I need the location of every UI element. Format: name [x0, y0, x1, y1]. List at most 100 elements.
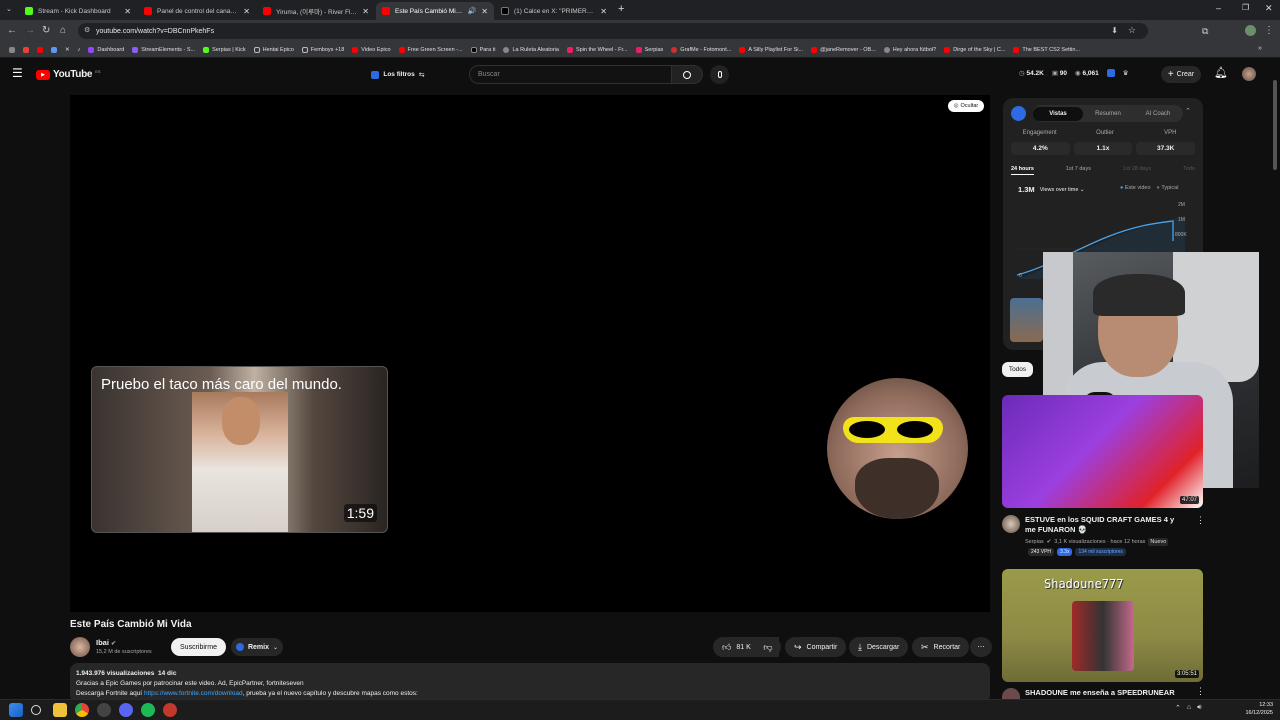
tiktok-bookmark-icon[interactable]: ♪: [75, 47, 84, 53]
folder-bookmark-icon[interactable]: [48, 46, 60, 53]
bookmark-item[interactable]: GrafMe - Fotomont...: [668, 46, 734, 53]
discord-icon[interactable]: [119, 703, 133, 717]
tray-overflow-icon[interactable]: ⌃: [1175, 704, 1181, 712]
youtube-bookmark-icon[interactable]: [34, 46, 46, 53]
bookmark-star-icon[interactable]: ☆: [1128, 25, 1136, 36]
range-24-hours[interactable]: 24 hours: [1011, 166, 1034, 175]
collapse-chevron-icon[interactable]: ⌃: [1185, 107, 1191, 115]
channel-avatar[interactable]: [1002, 688, 1020, 699]
reload-icon[interactable]: ↻: [42, 24, 50, 38]
address-bar[interactable]: ⚙ youtube.com/watch?v=DBCnnPkehFs ⬇ ☆: [78, 23, 1148, 39]
bookmark-item[interactable]: @janeRemover - OB...: [808, 46, 879, 53]
close-tab-icon[interactable]: ✕: [362, 7, 369, 16]
chrome-icon[interactable]: [75, 703, 89, 717]
forward-icon[interactable]: →: [25, 24, 35, 38]
video-end-card[interactable]: Pruebo el taco más caro del mundo. 1:59: [91, 366, 388, 533]
restore-window-icon[interactable]: ❐: [1242, 3, 1249, 12]
more-options-icon[interactable]: ⋮: [1196, 686, 1205, 697]
extension-logo-icon[interactable]: [1011, 106, 1026, 121]
browser-tab[interactable]: (1) Calce en X: "PRIMEROS 50 P ✕: [495, 2, 613, 20]
channel-name[interactable]: Ibai ✔: [96, 638, 116, 647]
download-link[interactable]: https://www.fortnite.com/download: [144, 690, 243, 697]
windows-start-icon[interactable]: [9, 703, 23, 717]
voice-search-button[interactable]: [710, 65, 729, 84]
remix-button[interactable]: Remix ⌄: [231, 638, 283, 656]
bookmark-item[interactable]: Para ti: [468, 46, 499, 53]
channel-avatar[interactable]: [1002, 515, 1020, 533]
video-description[interactable]: 1.943.976 visualizaciones 14 dic Gracias…: [70, 663, 990, 703]
bookmark-item[interactable]: Dirge of the Sky | C...: [941, 46, 1008, 53]
file-explorer-icon[interactable]: [53, 703, 67, 717]
spotify-icon[interactable]: [141, 703, 155, 717]
bookmark-item[interactable]: Dashboard: [85, 46, 127, 53]
filters-button[interactable]: Los filtros ⇆: [366, 66, 430, 83]
bookmark-item[interactable]: The BEST CS2 Settin...: [1010, 46, 1083, 53]
site-info-icon[interactable]: ⚙: [84, 26, 90, 34]
tab-resumen[interactable]: Resumen: [1083, 111, 1133, 117]
subscribe-button[interactable]: Suscribirme: [171, 638, 226, 656]
extensions-icon[interactable]: ⧉: [1202, 24, 1208, 38]
profile-avatar[interactable]: [1245, 25, 1256, 36]
browser-tab[interactable]: Stream - Kick Dashboard ✕: [19, 2, 137, 20]
minimize-window-icon[interactable]: –: [1216, 3, 1221, 13]
recommendation-title[interactable]: ESTUVE en los SQUID CRAFT GAMES 4 y me F…: [1025, 515, 1187, 535]
bookmark-item[interactable]: Serpias | Kick: [200, 46, 249, 53]
channel-name[interactable]: Serpias: [1025, 539, 1044, 545]
tab-vistas[interactable]: Vistas: [1033, 106, 1083, 121]
youtube-logo[interactable]: ▶ YouTube ES: [36, 69, 101, 80]
browser-tab[interactable]: Yiruma, (이루마) - River Flows i ✕: [257, 2, 375, 20]
system-tray[interactable]: ⌃ ⌂ 🔊︎: [1175, 704, 1202, 712]
bookmark-item[interactable]: Free Green Screen -...: [396, 46, 466, 53]
x-bookmark-icon[interactable]: ✕: [62, 47, 73, 53]
recommendation-thumbnail[interactable]: Shadoune777 3:05:51: [1002, 569, 1203, 682]
audio-playing-icon[interactable]: 🔊: [468, 7, 477, 15]
taskbar-search-icon[interactable]: [31, 705, 41, 715]
close-window-icon[interactable]: ✕: [1265, 3, 1273, 14]
more-options-icon[interactable]: ⋮: [1196, 515, 1205, 526]
bookmark-item[interactable]: A Silly Playlist For Si...: [736, 46, 806, 53]
browser-tab[interactable]: Panel de control del canal - Yo ✕: [138, 2, 256, 20]
share-button[interactable]: ↪ Compartir: [785, 637, 847, 657]
dislike-button[interactable]: 👎︎: [755, 637, 781, 657]
menu-hamburger-icon[interactable]: ☰: [12, 66, 23, 80]
notifications-bell-icon[interactable]: 🔔︎: [1214, 66, 1228, 79]
clip-button[interactable]: ✂ Recortar: [912, 637, 970, 657]
close-tab-icon[interactable]: ✕: [481, 7, 488, 16]
obs-icon[interactable]: [97, 703, 111, 717]
range-7-days[interactable]: 1st 7 days: [1066, 166, 1091, 175]
extension-logo-icon[interactable]: [1106, 69, 1115, 77]
tab-search-icon[interactable]: ⌄: [6, 5, 12, 13]
range-all[interactable]: Todo: [1183, 166, 1195, 175]
download-button[interactable]: ⤓ Descargar: [849, 637, 909, 657]
browser-menu-icon[interactable]: ⋮: [1264, 24, 1274, 38]
views-dropdown[interactable]: Views over time ⌄: [1040, 187, 1085, 193]
tab-ai-coach[interactable]: AI Coach: [1133, 111, 1183, 117]
more-bookmarks-icon[interactable]: »: [1258, 45, 1262, 52]
bookmark-item[interactable]: StreamElements - S...: [129, 46, 198, 53]
back-icon[interactable]: ←: [7, 24, 17, 38]
volume-icon[interactable]: 🔊︎: [1197, 704, 1201, 712]
bookmark-folder[interactable]: Femboys +18: [299, 46, 347, 53]
channel-subscribe-end-card[interactable]: [827, 378, 968, 519]
channel-avatar[interactable]: [70, 637, 90, 657]
channel-stats-widget[interactable]: ◷ 54.2K ▣ 90 ◉ 6,061 ♛: [1019, 69, 1129, 77]
clock[interactable]: 12:33 16/12/2025: [1233, 701, 1273, 717]
apps-grid-icon[interactable]: [6, 46, 18, 53]
related-video-thumb[interactable]: [1010, 298, 1043, 342]
video-player[interactable]: [70, 95, 990, 612]
recommendation-title[interactable]: SHADOUNE me enseña a SPEEDRUNEAR: [1025, 688, 1187, 699]
trophy-icon[interactable]: ♛: [1123, 69, 1129, 77]
bookmark-item[interactable]: Spin the Wheel - Fr...: [564, 46, 631, 53]
page-scrollbar[interactable]: [1273, 80, 1277, 170]
gmail-icon[interactable]: [20, 46, 32, 53]
close-tab-icon[interactable]: ✕: [243, 7, 250, 16]
browser-tab-active[interactable]: Este País Cambió Mi Vida 🔊 ✕: [376, 2, 494, 20]
bookmark-item[interactable]: Video Epico: [349, 46, 393, 53]
recommendation-thumbnail[interactable]: 47:07: [1002, 395, 1203, 508]
hide-overlay-button[interactable]: ◎ Ocultar: [948, 100, 984, 112]
new-tab-button[interactable]: +: [618, 3, 624, 15]
chip-all[interactable]: Todos: [1002, 362, 1033, 377]
close-tab-icon[interactable]: ✕: [600, 7, 607, 16]
bookmark-item[interactable]: Serpias: [633, 46, 667, 53]
more-actions-button[interactable]: ⋯: [970, 637, 992, 657]
